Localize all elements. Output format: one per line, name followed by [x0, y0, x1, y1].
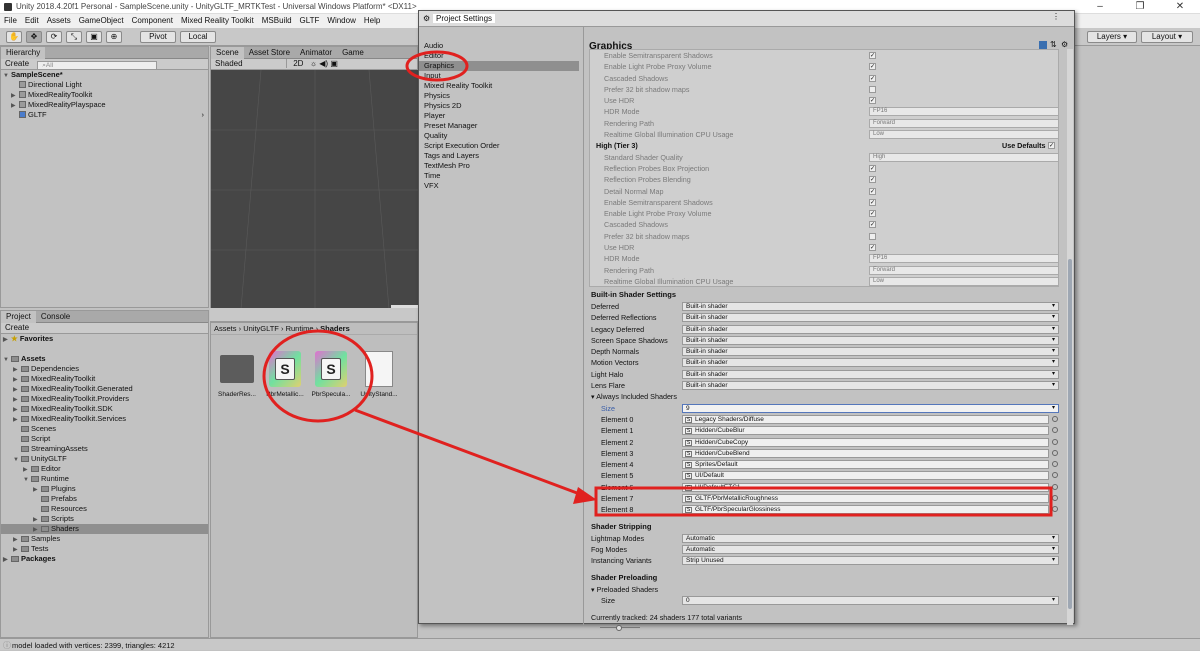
status-bar: ⓘ model loaded with vertices: 2399, tria… [0, 638, 1200, 650]
status-message: model loaded with vertices: 2399, triang… [12, 641, 175, 650]
info-icon: ⓘ [3, 641, 11, 650]
annotation-arrow [354, 408, 586, 498]
annotation-arrowhead [573, 487, 597, 504]
annotation-graphics-circle [405, 50, 469, 82]
annotation-elements-box [594, 486, 1053, 517]
annotation-shaders-circle [262, 329, 374, 423]
annotation-overlay [262, 50, 1053, 517]
